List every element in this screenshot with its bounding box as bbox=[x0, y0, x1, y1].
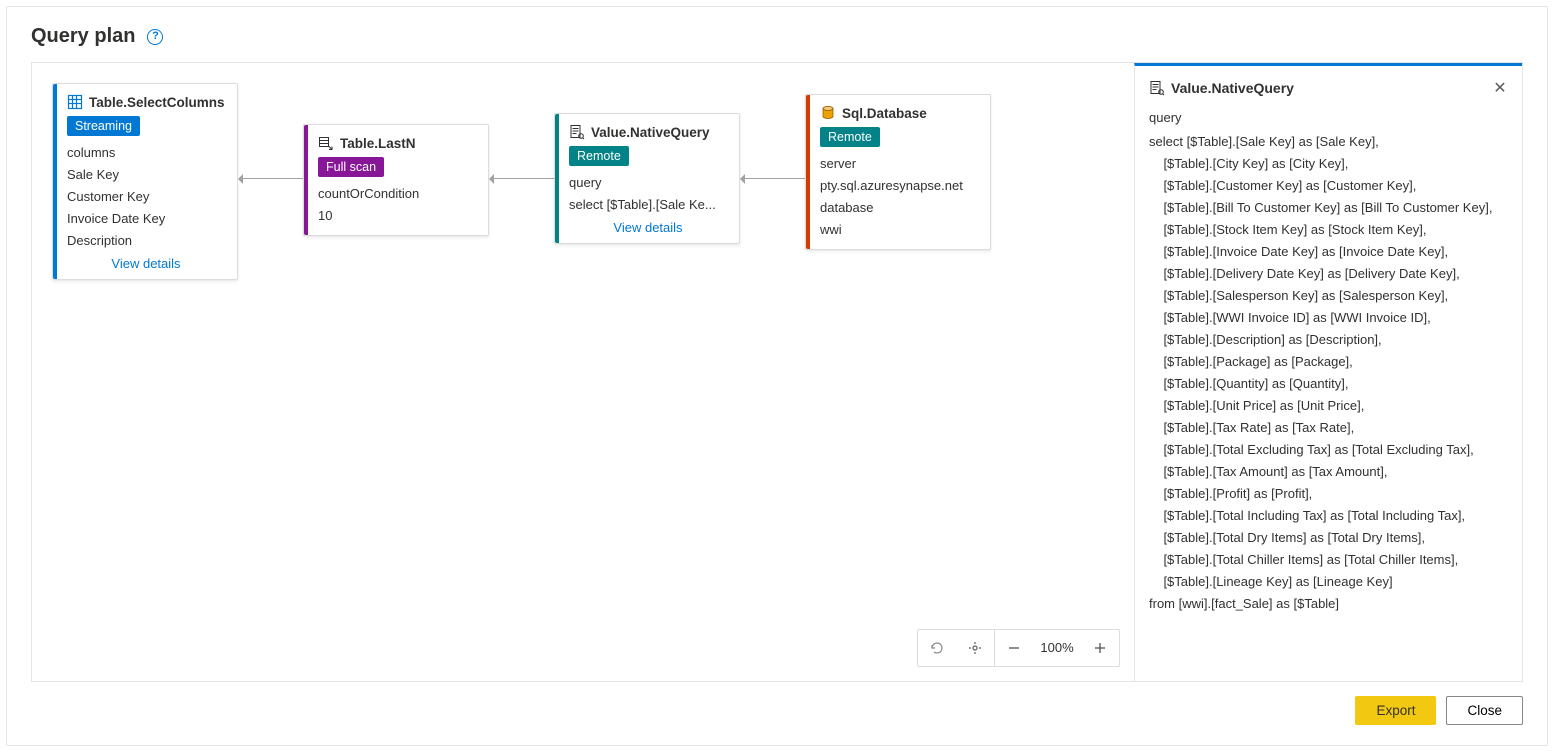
edge bbox=[239, 178, 303, 179]
database-icon bbox=[820, 105, 836, 121]
badge-streaming: Streaming bbox=[67, 116, 140, 136]
page-title: Query plan bbox=[31, 25, 135, 48]
node-value: wwi bbox=[820, 219, 978, 241]
help-icon[interactable]: ? bbox=[147, 29, 163, 45]
node-title-text: Table.LastN bbox=[340, 136, 416, 151]
panel-label: query bbox=[1149, 110, 1510, 125]
nativequery-icon bbox=[569, 124, 585, 140]
list-item: Invoice Date Key bbox=[67, 208, 225, 230]
node-value: pty.sql.azuresynapse.net bbox=[820, 175, 978, 197]
view-details-link[interactable]: View details bbox=[569, 220, 727, 235]
dialog: Query plan ? Table.SelectColumns Streami… bbox=[6, 6, 1548, 746]
reset-view-button[interactable] bbox=[918, 630, 956, 666]
node-accent bbox=[304, 125, 308, 235]
node-accent bbox=[53, 84, 57, 279]
node-label: columns bbox=[67, 142, 225, 164]
node-table-selectcolumns[interactable]: Table.SelectColumns Streaming columns Sa… bbox=[52, 83, 238, 280]
fit-view-button[interactable] bbox=[956, 630, 994, 666]
export-button[interactable]: Export bbox=[1355, 696, 1436, 725]
zoom-in-button[interactable] bbox=[1081, 630, 1119, 666]
canvas[interactable]: Table.SelectColumns Streaming columns Sa… bbox=[32, 63, 1134, 681]
zoom-out-button[interactable] bbox=[995, 630, 1033, 666]
zoom-toolbar: 100% bbox=[917, 629, 1120, 667]
footer: Export Close bbox=[31, 682, 1523, 725]
edge bbox=[490, 178, 554, 179]
list-item: Sale Key bbox=[67, 164, 225, 186]
node-title: Value.NativeQuery bbox=[569, 124, 727, 140]
node-title-text: Table.SelectColumns bbox=[89, 95, 225, 110]
node-table-lastn[interactable]: Table.LastN Full scan countOrCondition 1… bbox=[303, 124, 489, 236]
node-accent bbox=[555, 114, 559, 243]
node-title: Table.LastN bbox=[318, 135, 476, 151]
details-panel: Value.NativeQuery ✕ query select [$Table… bbox=[1134, 63, 1522, 681]
list-item: Description bbox=[67, 230, 225, 252]
node-value: select [$Table].[Sale Ke... bbox=[569, 194, 727, 216]
node-value-nativequery[interactable]: Value.NativeQuery Remote query select [$… bbox=[554, 113, 740, 244]
node-label: server bbox=[820, 153, 978, 175]
node-label: countOrCondition bbox=[318, 183, 476, 205]
panel-title: Value.NativeQuery bbox=[1171, 80, 1294, 96]
node-sql-database[interactable]: Sql.Database Remote server pty.sql.azure… bbox=[805, 94, 991, 250]
close-button[interactable]: Close bbox=[1446, 696, 1523, 725]
node-title-text: Value.NativeQuery bbox=[591, 125, 710, 140]
node-title: Table.SelectColumns bbox=[67, 94, 225, 110]
main-area: Table.SelectColumns Streaming columns Sa… bbox=[31, 62, 1523, 682]
nativequery-icon bbox=[1149, 80, 1165, 96]
panel-header: Value.NativeQuery ✕ bbox=[1149, 78, 1510, 98]
node-accent bbox=[806, 95, 810, 249]
header: Query plan ? bbox=[31, 25, 1523, 48]
badge-remote: Remote bbox=[569, 146, 629, 166]
node-value: 10 bbox=[318, 205, 476, 227]
zoom-value: 100% bbox=[1033, 630, 1081, 666]
list-item: Customer Key bbox=[67, 186, 225, 208]
node-label: database bbox=[820, 197, 978, 219]
edge bbox=[741, 178, 805, 179]
table-icon bbox=[67, 94, 83, 110]
node-label: query bbox=[569, 172, 727, 194]
lastn-icon bbox=[318, 135, 334, 151]
view-details-link[interactable]: View details bbox=[67, 256, 225, 271]
badge-fullscan: Full scan bbox=[318, 157, 384, 177]
node-title: Sql.Database bbox=[820, 105, 978, 121]
close-icon[interactable]: ✕ bbox=[1490, 78, 1510, 98]
sql-text: select [$Table].[Sale Key] as [Sale Key]… bbox=[1149, 131, 1510, 615]
badge-remote: Remote bbox=[820, 127, 880, 147]
node-title-text: Sql.Database bbox=[842, 106, 927, 121]
